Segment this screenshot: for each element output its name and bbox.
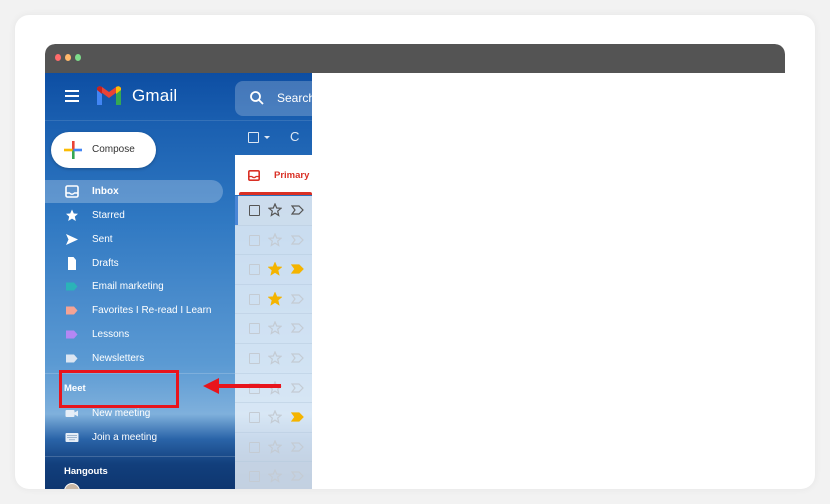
sidebar-item-email-marketing[interactable]: Email marketing xyxy=(45,275,223,298)
email-row[interactable] xyxy=(235,462,312,489)
label-icon xyxy=(66,354,78,363)
row-checkbox[interactable] xyxy=(249,353,260,364)
avatar[interactable] xyxy=(64,483,80,489)
inbox-tray-icon xyxy=(248,170,260,181)
tab-primary[interactable]: Primary xyxy=(235,155,312,195)
label-icon xyxy=(66,330,78,339)
sidebar-item-drafts[interactable]: Drafts xyxy=(45,252,223,275)
email-row[interactable] xyxy=(235,255,312,285)
inbox-icon xyxy=(65,185,79,198)
sidebar-item-label: Email marketing xyxy=(92,281,164,292)
maximize-window-button[interactable] xyxy=(75,54,81,61)
multicolor-plus-icon xyxy=(64,141,82,159)
important-marker-outline-icon[interactable] xyxy=(291,442,304,452)
hangouts-section-title: Hangouts xyxy=(64,466,108,477)
star-filled-icon[interactable] xyxy=(268,291,282,306)
sidebar-item-newsletters[interactable]: Newsletters xyxy=(45,347,223,370)
star-outline-icon[interactable] xyxy=(268,469,282,484)
section-divider xyxy=(45,456,235,457)
star-outline-icon[interactable] xyxy=(268,232,282,247)
close-window-button[interactable] xyxy=(55,54,61,61)
refresh-icon[interactable]: C xyxy=(290,129,299,144)
row-checkbox[interactable] xyxy=(249,412,260,424)
row-checkbox[interactable] xyxy=(249,293,260,305)
sidebar-item-starred[interactable]: Starred xyxy=(45,204,223,227)
meet-item-label: Join a meeting xyxy=(92,432,158,443)
star-icon xyxy=(66,209,78,221)
important-marker-outline-icon[interactable] xyxy=(291,234,304,245)
star-outline-icon[interactable] xyxy=(268,321,282,336)
arrow-left-icon xyxy=(203,378,281,394)
important-marker-outline-icon[interactable] xyxy=(291,382,304,393)
sidebar-item-label: Lessons xyxy=(92,329,130,340)
gmail-m-logo-icon xyxy=(97,86,121,105)
important-marker-outline-icon[interactable] xyxy=(291,353,304,363)
email-row[interactable] xyxy=(235,314,312,344)
important-marker-filled-icon[interactable] xyxy=(291,264,304,274)
window-titlebar xyxy=(45,44,785,73)
email-row[interactable] xyxy=(235,432,312,463)
hamburger-menu-icon[interactable] xyxy=(65,90,79,102)
active-tab-indicator xyxy=(239,192,312,195)
star-outline-icon[interactable] xyxy=(268,203,282,217)
compose-label: Compose xyxy=(92,144,135,155)
label-icon xyxy=(66,306,78,315)
row-checkbox[interactable] xyxy=(249,471,260,483)
gmail-brand: Gmail xyxy=(132,86,178,105)
important-marker-outline-icon[interactable] xyxy=(291,294,304,304)
send-icon xyxy=(66,234,78,245)
star-outline-icon[interactable] xyxy=(268,439,282,454)
checkbox-icon[interactable] xyxy=(248,132,259,143)
email-row[interactable] xyxy=(235,403,312,433)
gmail-app: Gmail Search Compose Inbox Starred Sent … xyxy=(45,73,312,489)
meet-join-meeting[interactable]: Join a meeting xyxy=(45,426,223,449)
page-content: Gmail Search Compose Inbox Starred Sent … xyxy=(45,73,785,489)
email-list-pane: C Primary xyxy=(235,73,312,489)
video-camera-icon xyxy=(65,410,78,417)
row-checkbox[interactable] xyxy=(249,205,260,216)
sidebar-item-favorites[interactable]: Favorites I Re-read I Learn xyxy=(45,299,223,322)
row-checkbox[interactable] xyxy=(249,264,260,276)
sidebar-item-label: Drafts xyxy=(92,258,119,269)
email-row[interactable] xyxy=(235,196,312,226)
sidebar-item-sent[interactable]: Sent xyxy=(45,228,223,251)
email-row[interactable] xyxy=(235,225,312,256)
browser-window: Gmail Search Compose Inbox Starred Sent … xyxy=(45,44,785,489)
compose-button[interactable]: Compose xyxy=(51,132,156,168)
sidebar-item-label: Newsletters xyxy=(92,353,145,364)
sidebar-item-label: Favorites I Re-read I Learn xyxy=(92,305,212,316)
meet-item-label: New meeting xyxy=(92,408,151,419)
label-icon xyxy=(66,282,78,291)
row-checkbox[interactable] xyxy=(249,323,260,335)
sidebar-item-label: Starred xyxy=(92,210,125,221)
important-marker-outline-icon[interactable] xyxy=(291,205,304,215)
keyboard-icon xyxy=(65,433,79,442)
list-toolbar: C xyxy=(235,121,312,155)
star-filled-icon[interactable] xyxy=(268,262,282,276)
row-checkbox[interactable] xyxy=(249,441,260,453)
draft-file-icon xyxy=(68,257,76,270)
tab-label: Primary xyxy=(274,170,310,181)
sidebar-item-label: Sent xyxy=(92,234,113,245)
row-checkbox[interactable] xyxy=(249,234,260,246)
category-tabs: Primary xyxy=(235,155,312,195)
caret-down-icon[interactable] xyxy=(264,136,270,139)
email-row[interactable] xyxy=(235,284,312,315)
highlight-box xyxy=(59,370,179,408)
minimize-window-button[interactable] xyxy=(65,54,71,61)
star-outline-icon[interactable] xyxy=(268,351,282,365)
star-outline-icon[interactable] xyxy=(268,410,282,424)
sidebar-item-inbox[interactable]: Inbox xyxy=(45,180,223,203)
important-marker-outline-icon[interactable] xyxy=(291,323,304,333)
important-marker-filled-icon[interactable] xyxy=(291,412,304,422)
email-row[interactable] xyxy=(235,344,312,374)
important-marker-outline-icon[interactable] xyxy=(291,471,304,481)
sidebar-item-label: Inbox xyxy=(92,186,119,197)
sidebar-item-lessons[interactable]: Lessons xyxy=(45,323,223,346)
